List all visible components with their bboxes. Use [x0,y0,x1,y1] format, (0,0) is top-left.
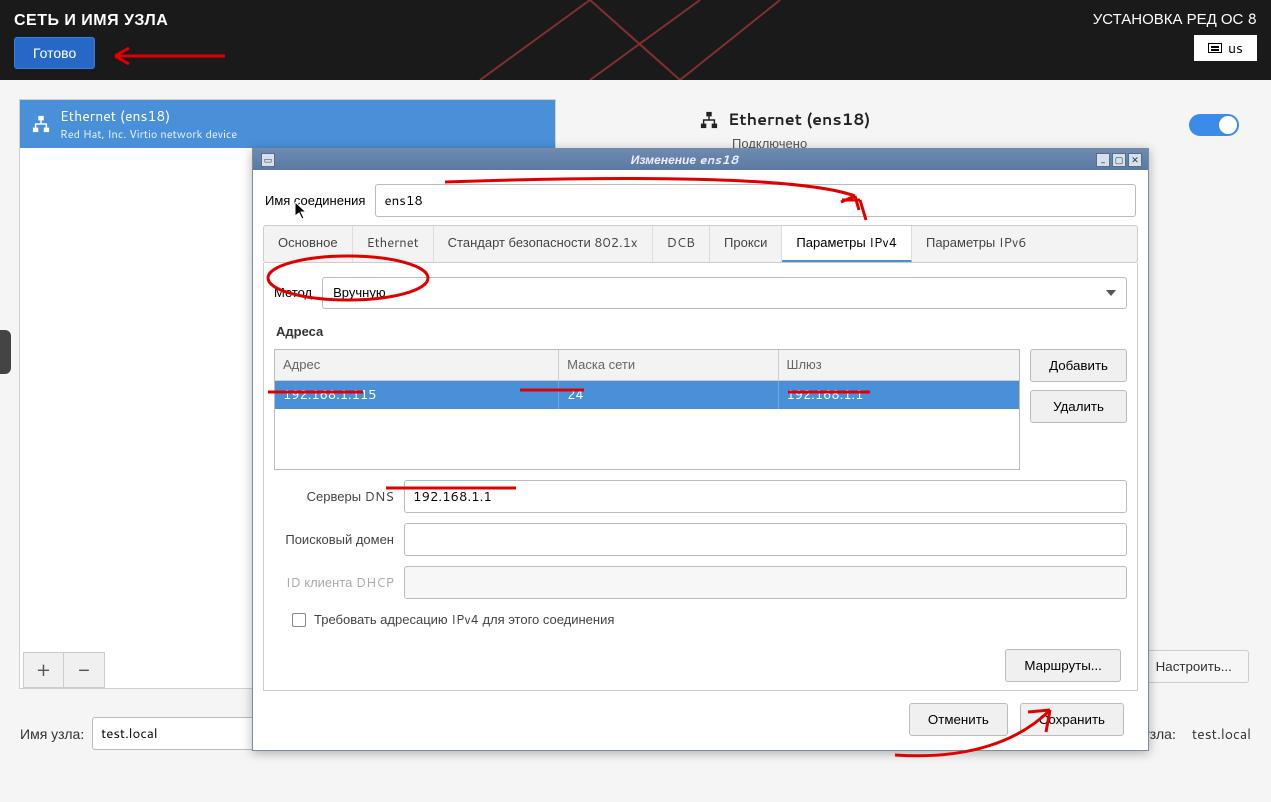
delete-address-button[interactable]: Удалить [1030,390,1127,423]
side-grab-handle[interactable] [0,330,11,374]
cell-address[interactable]: 192.168.1.115 [275,381,559,410]
window-menu-icon[interactable]: ▭ [261,153,275,167]
routes-button[interactable]: Маршруты… [1005,649,1121,682]
minimize-icon[interactable]: _ [1096,153,1110,167]
connection-title: Ethernet (ens18) [728,108,870,131]
require-ipv4-checkbox[interactable] [292,613,306,627]
installer-header: СЕТЬ И ИМЯ УЗЛА Готово УСТАНОВКА РЕД ОС … [0,0,1271,80]
cancel-button[interactable]: Отменить [909,703,1008,736]
dhcp-client-id-input [404,566,1127,599]
search-domain-label: Поисковый домен [274,531,404,549]
method-select[interactable]: Вручную [322,277,1127,309]
page-title: СЕТЬ И ИМЯ УЗЛА [14,8,168,31]
configure-button[interactable]: Настроить… [1139,650,1249,683]
network-device-item[interactable]: Ethernet (ens18) Red Hat, Inc. Virtio ne… [20,100,555,148]
col-mask: Маска сети [559,350,778,381]
tab-ethernet[interactable]: Ethernet [353,226,434,262]
add-device-button[interactable]: + [24,653,64,687]
connection-name-label: Имя соединения [265,192,365,210]
address-row[interactable]: 192.168.1.115 24 192.168.1.1 [275,381,1019,410]
chevron-down-icon [1106,290,1116,296]
current-hostname-value: test.local [1192,724,1251,744]
dialog-tabs: Основное Ethernet Стандарт безопасности … [263,225,1138,263]
hostname-label: Имя узла: [20,724,84,744]
add-address-button[interactable]: Добавить [1030,349,1127,382]
col-address: Адрес [275,350,559,381]
method-value: Вручную [333,284,385,302]
installer-title: УСТАНОВКА РЕД ОС 8 [1093,8,1257,29]
dialog-title: Изменение ens18 [275,151,1094,168]
ipv4-panel: Метод Вручную Адреса Адрес Маска сети Шл… [263,263,1138,691]
tab-proxy[interactable]: Прокси [710,226,782,262]
connection-name-input[interactable] [375,184,1136,217]
tab-ipv4[interactable]: Параметры IPv4 [782,226,912,262]
device-subtitle: Red Hat, Inc. Virtio network device [60,126,237,142]
keyboard-icon [1208,43,1222,53]
cell-gateway[interactable]: 192.168.1.1 [778,381,1019,410]
addresses-table[interactable]: Адрес Маска сети Шлюз 192.168.1.115 24 1… [274,349,1020,470]
done-button[interactable]: Готово [14,37,95,69]
dns-label: Серверы DNS [274,488,404,506]
dns-input[interactable] [404,480,1127,513]
tab-general[interactable]: Основное [264,226,353,262]
mouse-cursor-icon [295,202,307,220]
col-gateway: Шлюз [778,350,1019,381]
cell-mask[interactable]: 24 [559,381,778,410]
close-icon[interactable]: ✕ [1128,153,1142,167]
device-title: Ethernet (ens18) [60,106,237,126]
addresses-title: Адреса [276,323,1127,341]
keyboard-layout: us [1228,38,1243,58]
connection-header: Ethernet (ens18) [700,108,870,131]
edit-connection-dialog: ▭ Изменение ens18 _ ▢ ✕ Имя соединения О… [252,148,1149,751]
connection-toggle[interactable] [1189,114,1239,136]
keyboard-indicator[interactable]: us [1194,35,1257,61]
method-label: Метод [274,284,312,302]
device-add-remove: + − [23,652,105,688]
wired-network-icon [32,115,50,133]
tab-dcb[interactable]: DCB [653,226,710,262]
dhcp-client-id-label: ID клиента DHCP [274,574,404,592]
maximize-icon[interactable]: ▢ [1112,153,1126,167]
wired-network-icon [700,111,718,129]
search-domain-input[interactable] [404,523,1127,556]
save-button[interactable]: Сохранить [1020,703,1124,736]
require-ipv4-label: Требовать адресацию IPv4 для этого соеди… [314,611,614,629]
tab-ipv6[interactable]: Параметры IPv6 [912,226,1041,262]
tab-8021x[interactable]: Стандарт безопасности 802.1x [434,226,653,262]
remove-device-button[interactable]: − [64,653,104,687]
dialog-titlebar[interactable]: ▭ Изменение ens18 _ ▢ ✕ [253,149,1148,170]
